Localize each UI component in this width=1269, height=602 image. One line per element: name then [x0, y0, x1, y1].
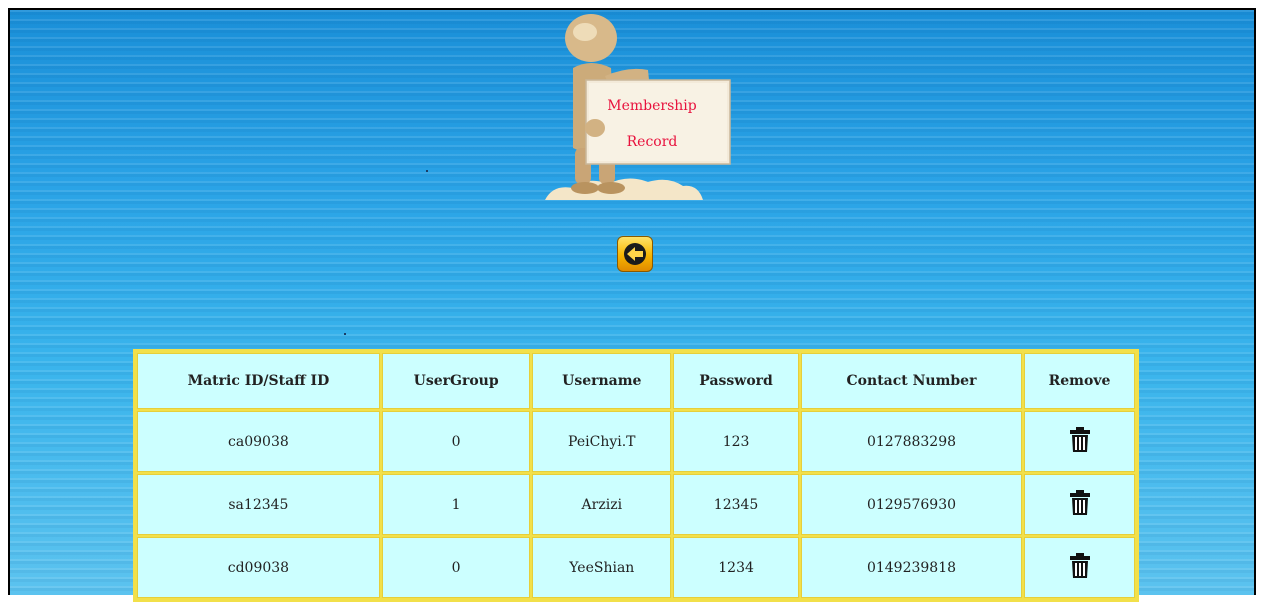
cell-password: 12345 [673, 474, 799, 535]
cell-usergroup: 1 [381, 474, 531, 535]
table-row: sa12345 1 Arzizi 12345 0129576930 [137, 474, 1135, 535]
cell-username: YeeShian [532, 537, 672, 598]
table-row: ca09038 0 PeiChyi.T 123 0127883298 [137, 411, 1135, 472]
header-remove: Remove [1024, 353, 1135, 409]
arrow-left-icon [624, 243, 646, 265]
trash-icon [1069, 426, 1090, 452]
header-contact-number: Contact Number [801, 353, 1022, 409]
back-button[interactable] [617, 236, 653, 272]
table-header-row: Matric ID/Staff ID UserGroup Username Pa… [137, 353, 1135, 409]
cell-usergroup: 0 [381, 537, 531, 598]
decorative-speck [344, 333, 346, 335]
banner-sign-line1: Membership [607, 98, 697, 114]
cell-password: 123 [673, 411, 799, 472]
cell-matric-id: ca09038 [137, 411, 380, 472]
membership-table: Matric ID/Staff ID UserGroup Username Pa… [133, 349, 1139, 602]
header-matric-id: Matric ID/Staff ID [137, 353, 380, 409]
cell-remove [1024, 537, 1135, 598]
banner-sign-line2: Record [626, 134, 678, 150]
cell-remove [1024, 474, 1135, 535]
cell-usergroup: 0 [381, 411, 531, 472]
cell-password: 1234 [673, 537, 799, 598]
remove-button[interactable] [1069, 426, 1091, 457]
trash-icon [1069, 489, 1090, 515]
remove-button[interactable] [1069, 489, 1091, 520]
cell-username: PeiChyi.T [532, 411, 672, 472]
remove-button[interactable] [1069, 552, 1091, 583]
cell-matric-id: sa12345 [137, 474, 380, 535]
cell-contact-number: 0129576930 [801, 474, 1022, 535]
cell-contact-number: 0127883298 [801, 411, 1022, 472]
header-usergroup: UserGroup [381, 353, 531, 409]
trash-icon [1069, 552, 1090, 578]
cell-contact-number: 0149239818 [801, 537, 1022, 598]
cell-remove [1024, 411, 1135, 472]
table-row: cd09038 0 YeeShian 1234 0149239818 [137, 537, 1135, 598]
cell-username: Arzizi [532, 474, 672, 535]
header-username: Username [532, 353, 672, 409]
header-password: Password [673, 353, 799, 409]
cell-matric-id: cd09038 [137, 537, 380, 598]
decorative-speck [426, 170, 428, 172]
